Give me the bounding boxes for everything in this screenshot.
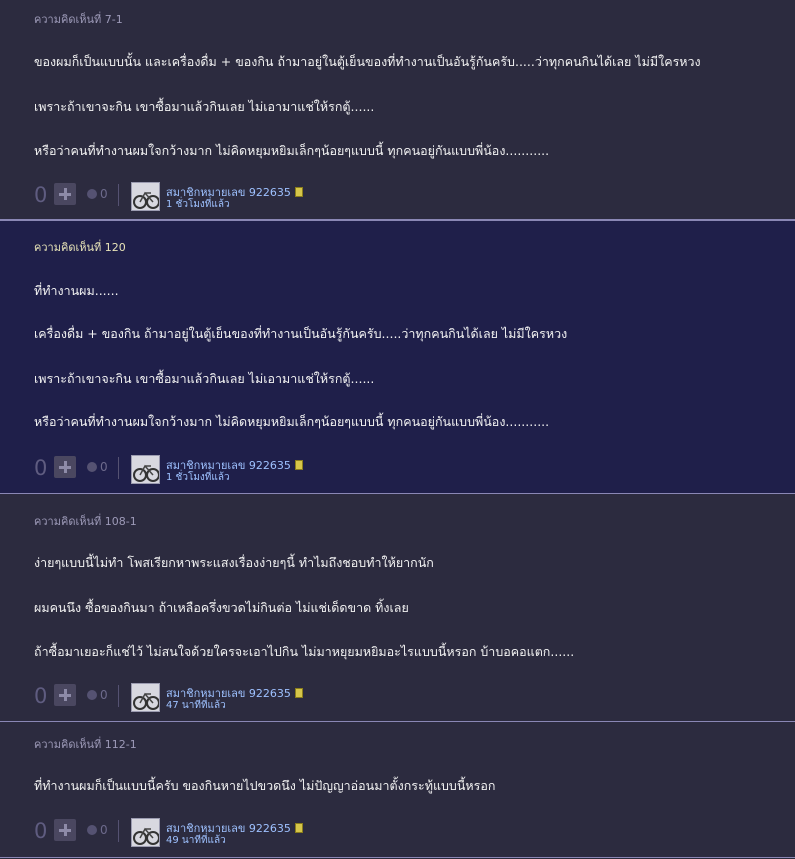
comment-paragraph: หรือว่าคนที่ทำงานผมใจกว้างมาก ไม่คิดหยุม… [34,143,550,158]
comment-paragraph: เพราะถ้าเขาจะกิน เขาซื้อมาแล้วกินเลย ไม่… [34,371,375,386]
comment-paragraph: ของผมก็เป็นแบบนั้น และเครื่องดื่ม + ของก… [34,54,701,69]
emotion-icon[interactable] [87,825,97,835]
plus-icon[interactable] [54,819,76,841]
avatar[interactable] [131,182,160,211]
bicycle-icon [133,191,159,209]
divider [118,685,119,707]
comment-paragraph: หรือว่าคนที่ทำงานผมใจกว้างมาก ไม่คิดหยุม… [34,414,550,429]
plus-icon[interactable] [54,684,76,706]
divider [118,820,119,842]
bicycle-icon [133,827,159,845]
badge-icon [294,688,303,698]
time-ago: 47 นาทีที่แล้ว [166,700,226,711]
avatar[interactable] [131,818,160,847]
time-ago: 1 ชั่วโมงที่แล้ว [166,472,230,483]
bicycle-icon [133,692,159,710]
comment-paragraph: ง่ายๆแบบนี้ไม่ทำ โพสเรียกหาพระแสงเรื่องง… [34,555,434,570]
divider [118,457,119,479]
comment-120: ความคิดเห็นที่ 120 ที่ทำงานผม...... เครื… [0,220,795,494]
plus-icon[interactable] [54,456,76,478]
time-ago: 49 นาทีที่แล้ว [166,835,226,846]
comment-7-1: ความคิดเห็นที่ 7-1 ของผมก็เป็นแบบนั้น แล… [0,0,795,220]
comment-paragraph: เครื่องดื่ม + ของกิน ถ้ามาอยู่ในตู้เย็นข… [34,326,568,341]
comment-title: ความคิดเห็นที่ 108-1 [34,515,137,528]
avatar[interactable] [131,683,160,712]
avatar[interactable] [131,455,160,484]
time-ago: 1 ชั่วโมงที่แล้ว [166,199,230,210]
emotion-count: 0 [100,460,108,474]
badge-icon [294,187,303,197]
plus-icon[interactable] [54,183,76,205]
comment-112-1: ความคิดเห็นที่ 112-1 ที่ทำงานผมก็เป็นแบบ… [0,722,795,858]
bicycle-icon [133,464,159,482]
emotion-count: 0 [100,688,108,702]
emotion-count: 0 [100,187,108,201]
emotion-icon[interactable] [87,189,97,199]
vote-count: 0 [34,684,48,708]
badge-icon [294,823,303,833]
comment-title: ความคิดเห็นที่ 112-1 [34,738,137,751]
comment-paragraph: ถ้าซื้อมาเยอะก็แช่ไว้ ไม่สนใจด้วยใครจะเอ… [34,644,575,659]
badge-icon [294,460,303,470]
vote-count: 0 [34,456,48,480]
comment-title: ความคิดเห็นที่ 7-1 [34,13,123,26]
vote-count: 0 [34,183,48,207]
emotion-icon[interactable] [87,462,97,472]
comment-title: ความคิดเห็นที่ 120 [34,241,126,254]
vote-count: 0 [34,819,48,843]
comment-paragraph: เพราะถ้าเขาจะกิน เขาซื้อมาแล้วกินเลย ไม่… [34,99,375,114]
comment-paragraph: ที่ทำงานผมก็เป็นแบบนี้ครับ ของกินหายไปขว… [34,778,496,793]
divider [118,184,119,206]
comment-paragraph: ผมคนนึง ซื้อของกินมา ถ้าเหลือครึ่งขวดไม่… [34,600,409,615]
comment-108-1: ความคิดเห็นที่ 108-1 ง่ายๆแบบนี้ไม่ทำ โพ… [0,494,795,722]
emotion-icon[interactable] [87,690,97,700]
emotion-count: 0 [100,823,108,837]
comment-paragraph: ที่ทำงานผม...... [34,283,119,298]
